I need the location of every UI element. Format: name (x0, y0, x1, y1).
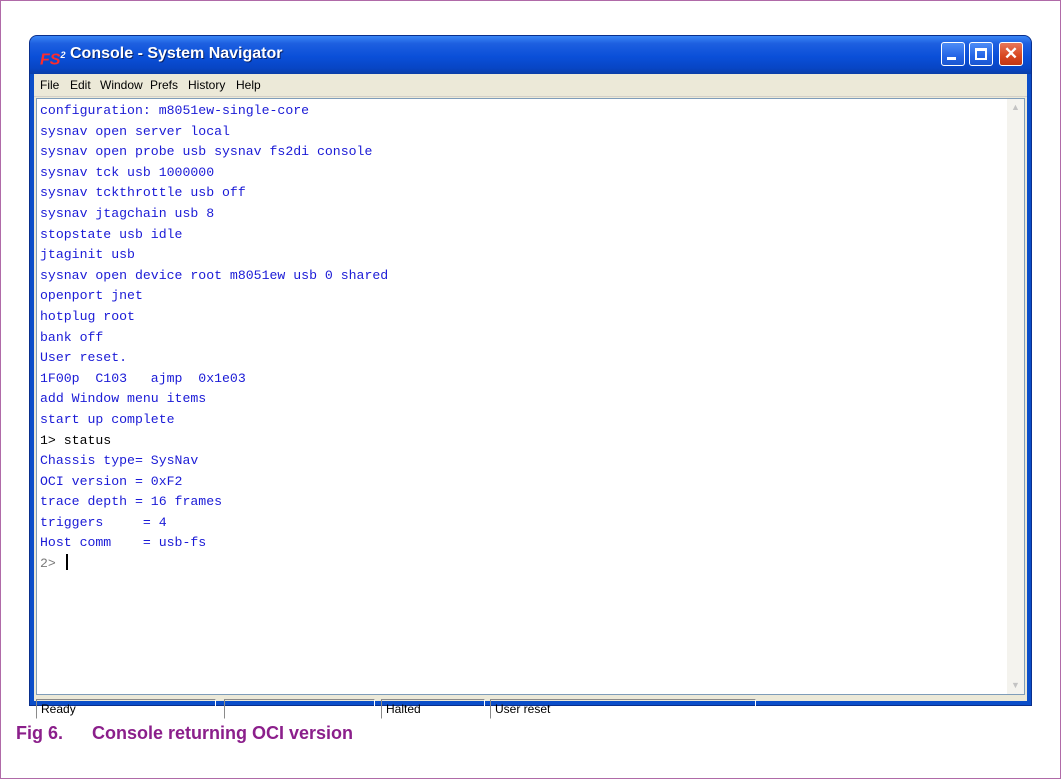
vertical-scrollbar[interactable]: ▲ ▼ (1007, 99, 1024, 694)
window-client: File Edit Window Prefs History Help conf… (34, 74, 1027, 719)
console-line: trace depth = 16 frames (40, 494, 223, 510)
figure-caption: Fig 6. Console returning OCI version (16, 723, 353, 744)
console-output[interactable]: configuration: m8051ew-single-core sysnav… (36, 98, 1025, 695)
console-text: configuration: m8051ew-single-core sysnav… (40, 101, 1004, 575)
console-window: FS2 Console - System Navigator ✕ File Ed… (30, 36, 1031, 719)
scroll-up-icon[interactable]: ▲ (1008, 100, 1023, 115)
status-pane-halted: Halted (381, 699, 485, 719)
app-icon: FS2 (40, 50, 66, 69)
status-bar: Ready Halted User reset (34, 697, 1027, 721)
title-bar[interactable]: FS2 Console - System Navigator ✕ (30, 36, 1031, 74)
console-line: configuration: m8051ew-single-core (40, 103, 310, 118)
console-line: hotplug root (40, 308, 135, 324)
console-prompt: 2> (40, 554, 1004, 575)
menu-prefs[interactable]: Prefs (150, 78, 178, 92)
console-line: jtaginit usb (40, 247, 135, 263)
console-line: sysnav open device root m8051ew usb 0 sh… (40, 267, 389, 283)
console-line: triggers = 4 (40, 514, 167, 530)
console-line: start up complete (40, 411, 175, 427)
console-line: sysnav jtagchain usb 8 (40, 205, 215, 221)
status-pane-state: Ready (36, 699, 216, 719)
console-line: Host comm = usb-fs (40, 535, 207, 551)
minimize-icon (947, 57, 956, 60)
console-line: Chassis type= SysNav (40, 453, 199, 469)
console-line: sysnav open probe usb sysnav fs2di conso… (40, 144, 373, 160)
console-line: OCI version = 0xF2 (40, 473, 183, 489)
console-line: 1F00p C103 ajmp 0x1e03 (40, 370, 246, 386)
console-line: User reset. (40, 350, 128, 366)
console-line: sysnav open server local (40, 123, 230, 139)
close-button[interactable]: ✕ (999, 42, 1023, 66)
scroll-down-icon[interactable]: ▼ (1008, 678, 1023, 693)
menu-edit[interactable]: Edit (70, 78, 91, 92)
console-line: sysnav tck usb 1000000 (40, 164, 215, 180)
window-title: Console - System Navigator (70, 45, 283, 62)
menu-history[interactable]: History (188, 78, 225, 92)
maximize-button[interactable] (969, 42, 993, 66)
menu-window[interactable]: Window (100, 78, 143, 92)
console-line: add Window menu items (40, 391, 207, 407)
close-icon: ✕ (1003, 44, 1019, 63)
status-pane-message: User reset (490, 699, 756, 719)
menu-file[interactable]: File (40, 78, 59, 92)
menu-bar: File Edit Window Prefs History Help (34, 74, 1027, 97)
menu-help[interactable]: Help (236, 78, 261, 92)
minimize-button[interactable] (941, 42, 965, 66)
status-pane-empty (224, 699, 375, 719)
figure-title: Console returning OCI version (92, 723, 354, 743)
console-line: openport jnet (40, 288, 143, 304)
console-line: sysnav tckthrottle usb off (40, 185, 246, 201)
figure-number: Fig 6. (16, 723, 64, 743)
text-cursor (65, 554, 68, 571)
console-line: 1> status (40, 432, 112, 448)
maximize-icon (975, 48, 987, 60)
console-line: bank off (40, 329, 104, 345)
console-line: stopstate usb idle (40, 226, 183, 242)
